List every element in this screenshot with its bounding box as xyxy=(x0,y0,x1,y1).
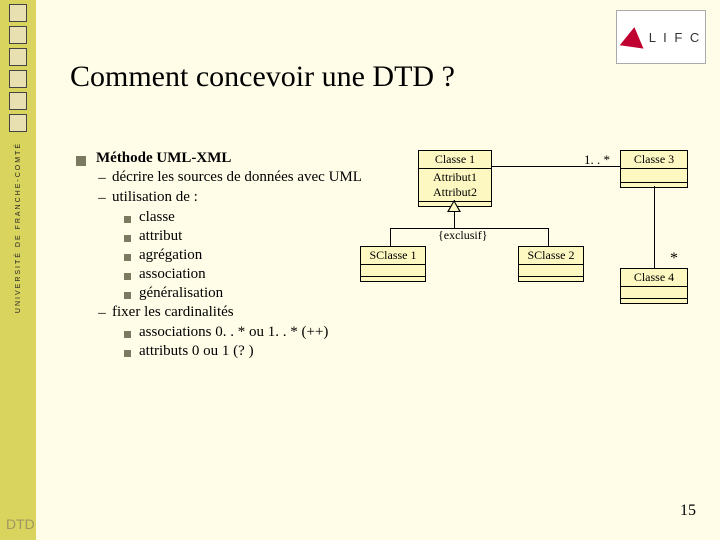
uml-sclasse2: SClasse 2 xyxy=(518,246,584,282)
uml-sclasse1: SClasse 1 xyxy=(360,246,426,282)
lifc-logo: L I F C xyxy=(616,10,706,64)
strip-icon-2 xyxy=(9,26,27,44)
logo-triangle-icon xyxy=(619,25,646,48)
bullet-icon xyxy=(124,216,131,223)
assoc-line-c3-c4 xyxy=(654,186,655,268)
bullet-icon xyxy=(124,331,131,338)
strip-icon-6 xyxy=(9,114,27,132)
dash-icon: – xyxy=(98,190,106,207)
dash-icon: – xyxy=(98,305,106,322)
generalization-arrow-icon xyxy=(447,200,461,212)
uml-classe3: Classe 3 xyxy=(620,150,688,188)
sub2-item: attribut xyxy=(139,228,182,245)
bullet-icon xyxy=(124,254,131,261)
bullet-icon xyxy=(124,350,131,357)
uml-sclasse2-name: SClasse 2 xyxy=(519,247,583,265)
exclusif-constraint: {exclusif} xyxy=(438,228,488,243)
uml-classe4-name: Classe 4 xyxy=(621,269,687,287)
assoc-c1-c3-mult: 1. . * xyxy=(584,152,610,168)
sub2-item: agrégation xyxy=(139,247,202,264)
strip-icon-5 xyxy=(9,92,27,110)
gen-line xyxy=(390,228,391,246)
strip-icon-3 xyxy=(9,48,27,66)
bullet-sub1: décrire les sources de données avec UML xyxy=(112,169,362,186)
slide-title: Comment concevoir une DTD ? xyxy=(70,60,455,94)
footer-left: DTD xyxy=(6,516,35,532)
sub3-item: attributs 0 ou 1 (? ) xyxy=(139,343,254,360)
sub2-item: association xyxy=(139,266,206,283)
uml-sclasse1-name: SClasse 1 xyxy=(361,247,425,265)
uml-classe3-name: Classe 3 xyxy=(621,151,687,169)
uml-classe4: Classe 4 xyxy=(620,268,688,304)
dash-icon: – xyxy=(98,170,106,187)
sub2-item: généralisation xyxy=(139,285,223,302)
bullet-sub3: fixer les cardinalités xyxy=(112,304,234,321)
gen-line xyxy=(454,212,455,228)
assoc-c3-c4-mult: * xyxy=(670,250,678,268)
left-sidebar: UNIVERSITÉ DE FRANCHE-COMTÉ xyxy=(0,0,36,540)
content-list: Méthode UML-XML – décrire les sources de… xyxy=(76,150,376,362)
bullet-icon xyxy=(76,156,86,166)
uml-diagram: Classe 1 Attribut1 Attribut2 Classe 3 1.… xyxy=(370,150,710,370)
strip-icon-4 xyxy=(9,70,27,88)
uml-classe1-attr1: Attribut1 xyxy=(425,170,485,185)
gen-line xyxy=(548,228,549,246)
bullet-icon xyxy=(124,292,131,299)
uml-classe1-attr2: Attribut2 xyxy=(425,185,485,200)
page-number: 15 xyxy=(680,502,696,520)
bullet-icon xyxy=(124,273,131,280)
uml-classe1-name: Classe 1 xyxy=(419,151,491,169)
bullet-icon xyxy=(124,235,131,242)
logo-text: L I F C xyxy=(649,30,702,45)
sub2-item: classe xyxy=(139,209,175,226)
bullet-method: Méthode UML-XML xyxy=(96,150,231,167)
org-label: UNIVERSITÉ DE FRANCHE-COMTÉ xyxy=(15,142,22,313)
bullet-sub2: utilisation de : xyxy=(112,189,198,206)
strip-icon-1 xyxy=(9,4,27,22)
uml-classe1: Classe 1 Attribut1 Attribut2 xyxy=(418,150,492,207)
sub3-item: associations 0. . * ou 1. . * (++) xyxy=(139,324,328,341)
